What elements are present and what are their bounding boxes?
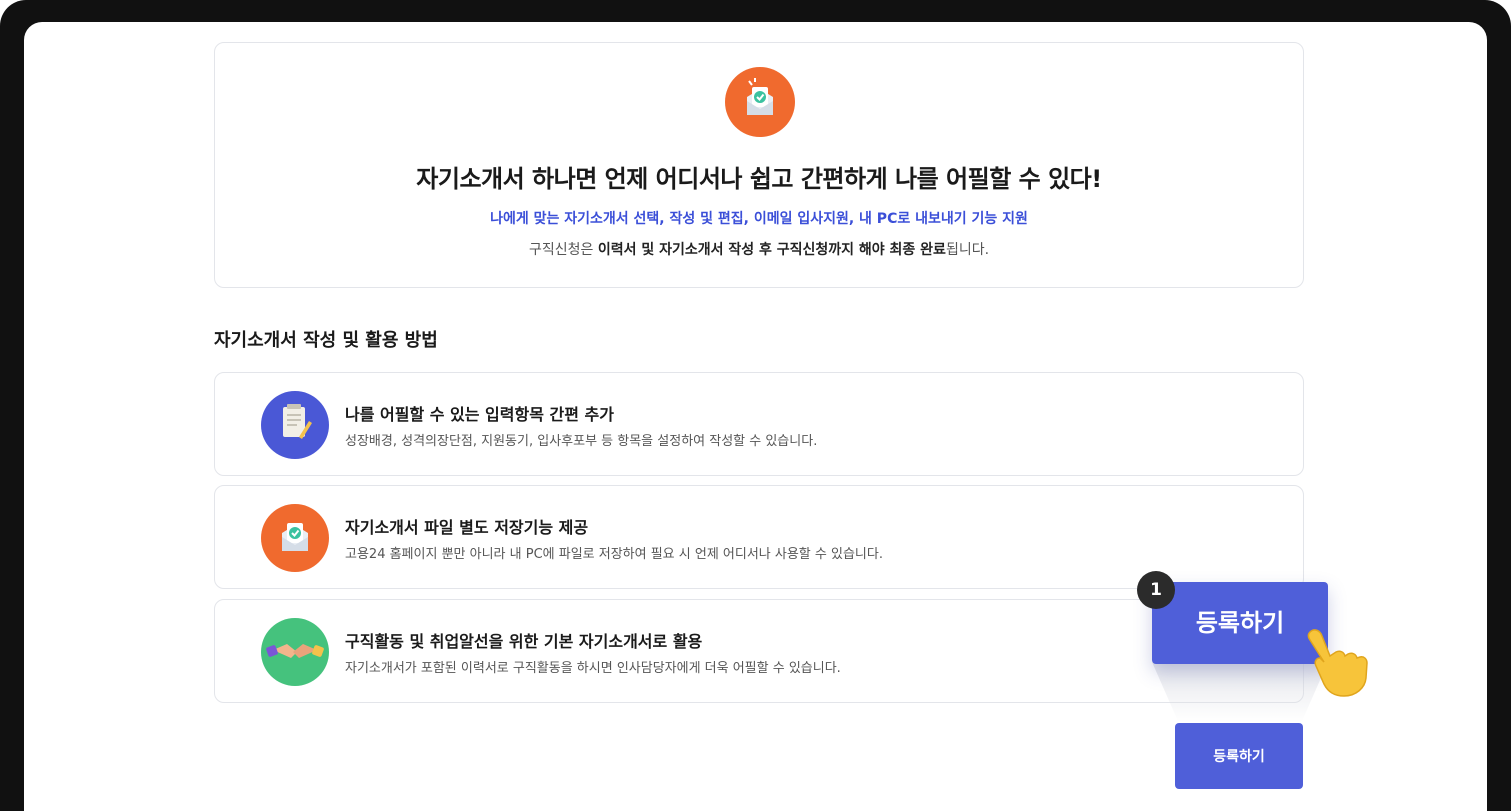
intro-card: 자기소개서 하나면 언제 어디서나 쉽고 간편하게 나를 어필할 수 있다! 나… — [214, 42, 1304, 288]
hero-note-prefix: 구직신청은 — [528, 242, 598, 258]
item-title: 자기소개서 파일 별도 저장기능 제공 — [345, 518, 589, 537]
screen: 자기소개서 하나면 언제 어디서나 쉽고 간편하게 나를 어필할 수 있다! 나… — [24, 22, 1487, 811]
item-description: 성장배경, 성격의장단점, 지원동기, 입사후포부 등 항목을 설정하여 작성할… — [345, 434, 818, 449]
register-button[interactable]: 등록하기 — [1175, 723, 1303, 789]
hero-note-suffix: 됩니다. — [945, 242, 990, 258]
hero-note: 구직신청은 이력서 및 자기소개서 작성 후 구직신청까지 해야 최종 완료됩니… — [215, 239, 1303, 259]
hero-title: 자기소개서 하나면 언제 어디서나 쉽고 간편하게 나를 어필할 수 있다! — [416, 165, 1102, 193]
hand-pointer-icon — [1296, 622, 1376, 702]
feature-item: 자기소개서 파일 별도 저장기능 제공 고용24 홈페이지 뿐만 아니라 내 P… — [214, 485, 1304, 589]
document-pen-icon — [261, 391, 329, 459]
feature-item: 구직활동 및 취업알선을 위한 기본 자기소개서로 활용 자기소개서가 포함된 … — [214, 599, 1304, 703]
item-title: 구직활동 및 취업알선을 위한 기본 자기소개서로 활용 — [345, 632, 703, 651]
feature-item: 나를 어필할 수 있는 입력항목 간편 추가 성장배경, 성격의장단점, 지원동… — [214, 372, 1304, 476]
step-badge: 1 — [1137, 571, 1175, 609]
hero-note-emphasis: 이력서 및 자기소개서 작성 후 구직신청까지 해야 최종 완료 — [597, 242, 946, 258]
handshake-icon — [261, 618, 329, 686]
section-title: 자기소개서 작성 및 활용 방법 — [214, 330, 438, 351]
item-title: 나를 어필할 수 있는 입력항목 간편 추가 — [345, 405, 614, 424]
item-description: 고용24 홈페이지 뿐만 아니라 내 PC에 파일로 저장하여 필요 시 언제 … — [345, 547, 883, 562]
envelope-check-icon — [261, 504, 329, 572]
document-check-icon — [725, 67, 795, 137]
hero-subtitle: 나에게 맞는 자기소개서 선택, 작성 및 편집, 이메일 입사지원, 내 PC… — [490, 211, 1028, 227]
item-description: 자기소개서가 포함된 이력서로 구직활동을 하시면 인사담당자에게 더욱 어필할… — [345, 661, 841, 676]
device-frame: 자기소개서 하나면 언제 어디서나 쉽고 간편하게 나를 어필할 수 있다! 나… — [0, 0, 1511, 811]
